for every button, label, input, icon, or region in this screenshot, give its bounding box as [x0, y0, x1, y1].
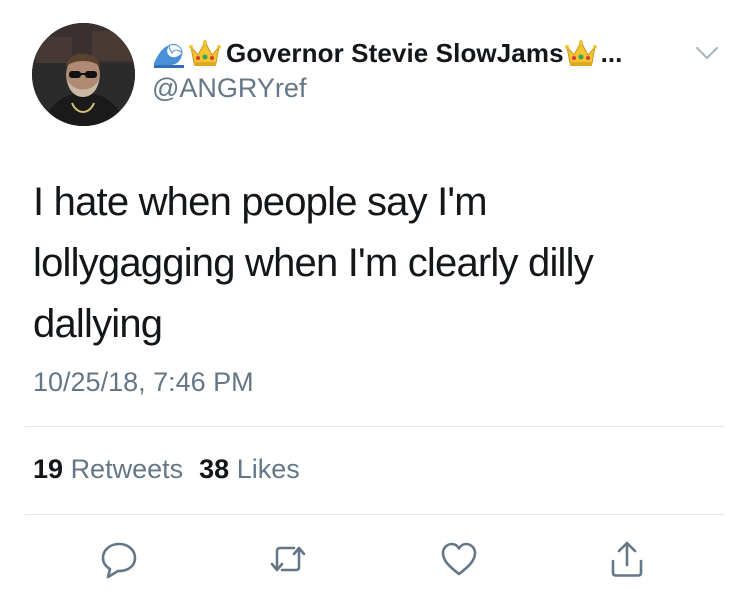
likes-stat[interactable]: 38 Likes — [199, 454, 300, 484]
author-display-name[interactable]: Governor Stevie SlowJams — [226, 38, 564, 69]
reply-button[interactable] — [99, 539, 139, 579]
share-button[interactable] — [607, 539, 647, 579]
avatar[interactable] — [32, 23, 135, 126]
tweet-text-line: lollygagging when I'm clearly dilly — [33, 241, 594, 285]
likes-count: 38 — [199, 454, 230, 484]
divider — [25, 514, 725, 515]
tweet-card: Governor Stevie SlowJams ... @ANGRYref I… — [0, 0, 750, 602]
divider — [25, 426, 725, 427]
retweets-stat[interactable]: 19 Retweets — [33, 454, 183, 484]
retweet-icon — [270, 546, 306, 572]
author-handle[interactable]: @ANGRYref — [152, 73, 306, 104]
tweet-timestamp[interactable]: 10/25/18, 7:46 PM — [33, 367, 254, 398]
avatar-image — [32, 23, 135, 126]
likes-label: Likes — [236, 454, 300, 484]
chevron-down-icon[interactable] — [692, 38, 722, 68]
tweet-text-line: dallying — [33, 302, 163, 346]
name-truncation: ... — [600, 37, 623, 68]
author-name-row[interactable]: Governor Stevie SlowJams ... — [152, 35, 622, 71]
share-icon — [611, 541, 643, 577]
heart-icon — [441, 542, 477, 576]
crown-icon — [188, 37, 222, 69]
retweets-label: Retweets — [70, 454, 184, 484]
crown-icon — [564, 37, 598, 69]
like-button[interactable] — [439, 539, 479, 579]
retweets-count: 19 — [33, 454, 64, 484]
tweet-text-line: I hate when people say I'm — [33, 180, 488, 224]
retweet-button[interactable] — [268, 539, 308, 579]
tweet-text: I hate when people say I'm lollygagging … — [33, 172, 713, 355]
water-wave-icon — [152, 37, 186, 69]
reply-icon — [101, 542, 137, 579]
tweet-stats: 19 Retweets 38 Likes — [33, 454, 300, 485]
